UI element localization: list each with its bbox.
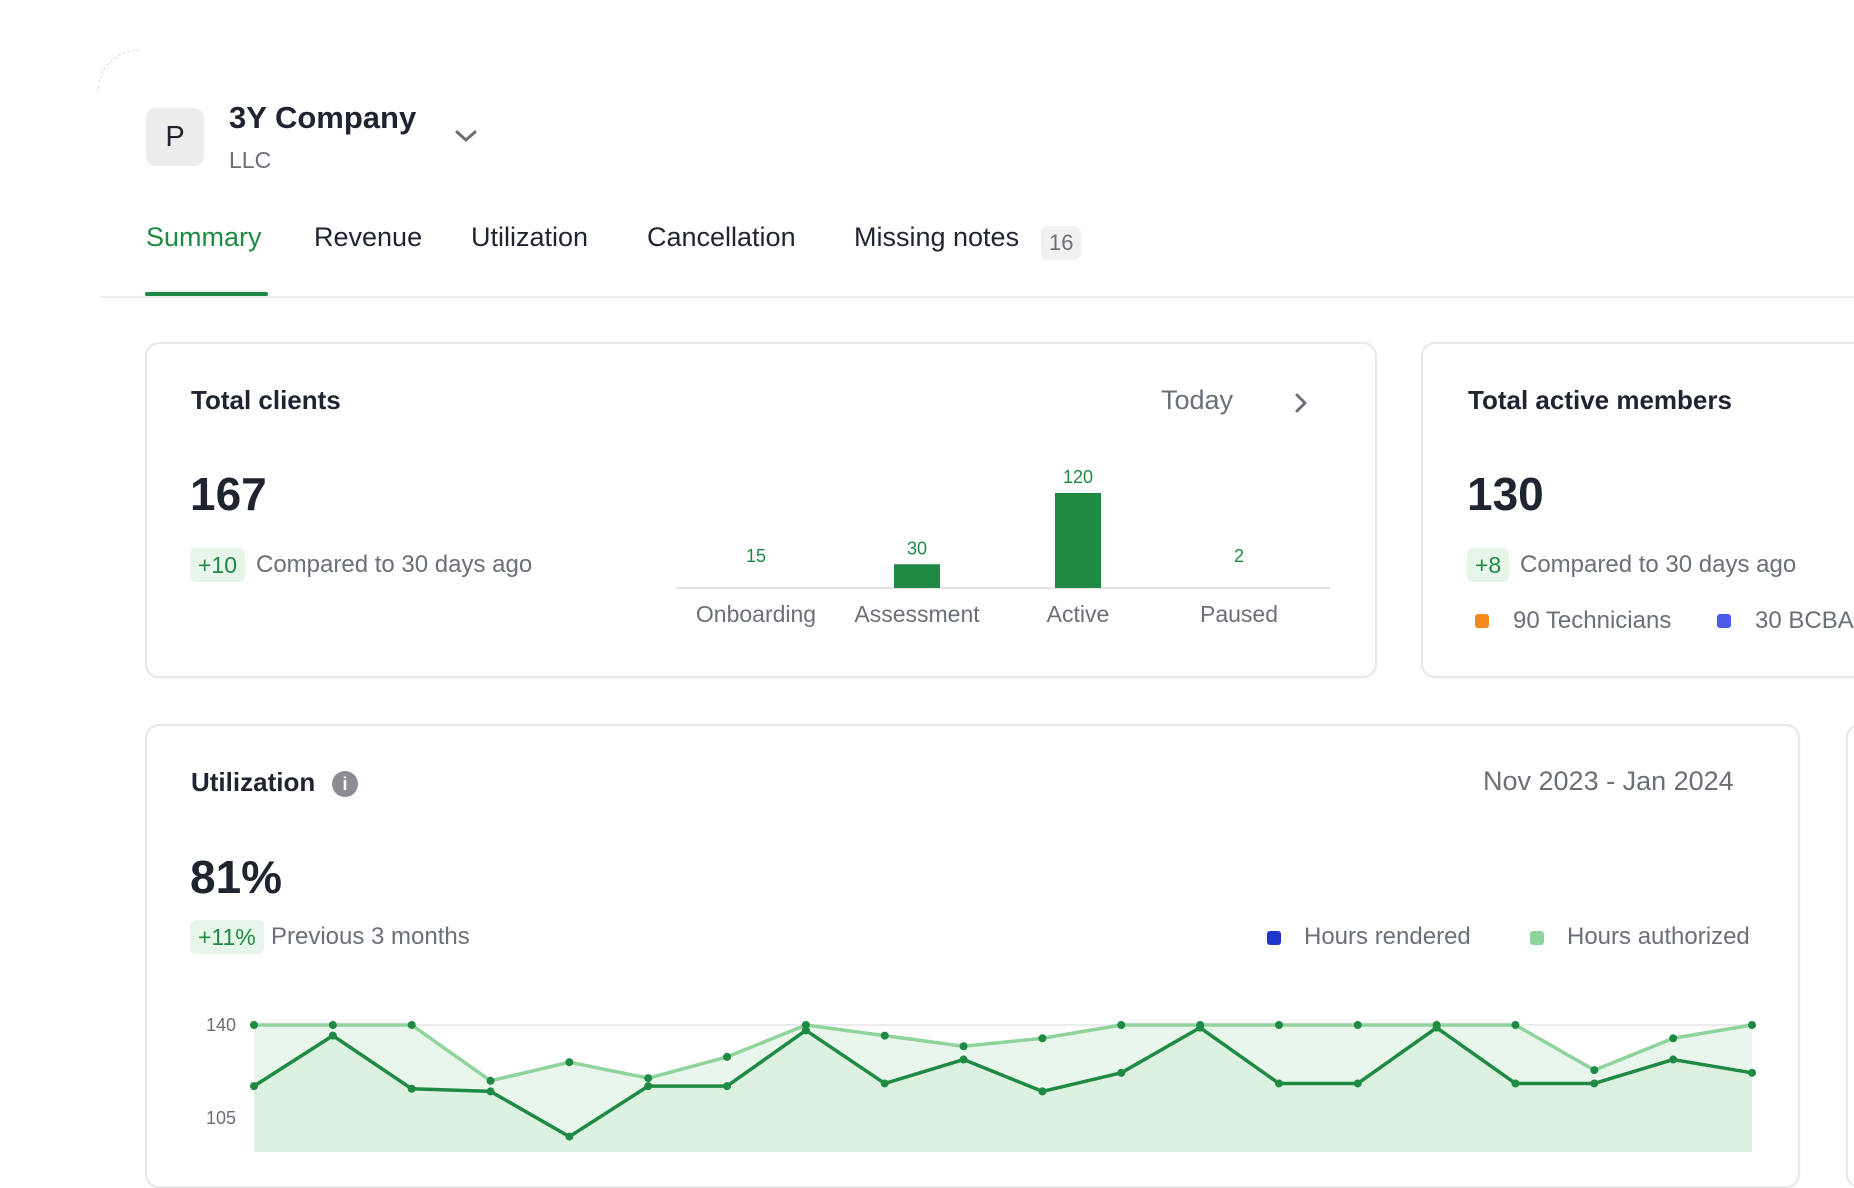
hours-rendered-point[interactable]: [565, 1132, 574, 1141]
hours-authorized-point[interactable]: [1353, 1021, 1362, 1029]
next-card-edge: [1846, 724, 1854, 1188]
bar-category-label: Paused: [1200, 601, 1278, 627]
hours-authorized-point[interactable]: [250, 1021, 258, 1029]
total-clients-compare-text: Compared to 30 days ago: [256, 551, 533, 578]
hours-authorized-point[interactable]: [1117, 1021, 1126, 1029]
tab-cancellation[interactable]: Cancellation: [647, 222, 796, 253]
bar-active[interactable]: [1055, 493, 1101, 588]
bar-category-label: Onboarding: [696, 601, 816, 627]
info-icon[interactable]: i: [332, 771, 358, 797]
y-tick-label: 140: [206, 1015, 236, 1035]
hours-rendered-point[interactable]: [880, 1079, 889, 1088]
tab-missing-notes[interactable]: Missing notes: [854, 222, 1019, 253]
hours-authorized-point[interactable]: [565, 1058, 574, 1067]
hours-authorized-point[interactable]: [407, 1021, 416, 1029]
technicians-legend-dot: [1475, 614, 1489, 628]
hours-rendered-point[interactable]: [1432, 1023, 1441, 1032]
missing-notes-count-badge: 16: [1041, 226, 1082, 260]
tab-revenue[interactable]: Revenue: [314, 222, 422, 253]
active-tab-indicator: [145, 292, 268, 296]
utilization-delta-badge: +11%: [190, 920, 264, 954]
hours-authorized-point[interactable]: [1590, 1066, 1599, 1075]
bcbas-legend-dot: [1717, 614, 1731, 628]
total-active-members-compare-text: Compared to 30 days ago: [1520, 551, 1797, 578]
utilization-period: Nov 2023 - Jan 2024: [1483, 766, 1734, 796]
hours-rendered-point[interactable]: [1196, 1023, 1205, 1032]
total-clients-delta-badge: +10: [190, 548, 246, 582]
utilization-value: 81%: [190, 851, 283, 903]
total-clients-title: Total clients: [191, 385, 341, 415]
bcbas-count-label: 30 BCBAs: [1755, 607, 1854, 634]
hours-authorized-point[interactable]: [644, 1074, 653, 1083]
hours-rendered-point[interactable]: [1748, 1068, 1756, 1077]
company-avatar: P: [146, 108, 204, 166]
chevron-right-icon: [1295, 393, 1307, 413]
technicians-count-label: 90 Technicians: [1513, 607, 1672, 634]
bar-value-label: 30: [907, 538, 927, 558]
hours-authorized-point[interactable]: [1748, 1021, 1756, 1029]
bar-value-label: 120: [1063, 467, 1093, 487]
company-switcher-button[interactable]: [448, 118, 484, 154]
hours-rendered-legend-label: Hours rendered: [1304, 923, 1471, 950]
bar-category-label: Assessment: [854, 601, 980, 627]
hours-rendered-point[interactable]: [328, 1031, 337, 1040]
hours-rendered-point[interactable]: [644, 1082, 653, 1091]
bar-category-label: Active: [1047, 601, 1110, 627]
total-active-members-title: Total active members: [1468, 385, 1732, 415]
hours-rendered-point[interactable]: [1590, 1079, 1599, 1088]
utilization-line-chart: 140 105: [206, 1015, 1756, 1152]
bar-value-label: 15: [746, 546, 766, 566]
hours-rendered-point[interactable]: [1038, 1087, 1047, 1096]
hours-rendered-point[interactable]: [1274, 1079, 1283, 1088]
company-subtitle: LLC: [229, 147, 272, 173]
hours-rendered-point[interactable]: [486, 1087, 495, 1096]
hours-rendered-point[interactable]: [1117, 1068, 1126, 1077]
hours-authorized-point[interactable]: [486, 1076, 495, 1085]
hours-authorized-legend-dot: [1530, 931, 1544, 945]
hours-authorized-point[interactable]: [328, 1021, 337, 1029]
hours-authorized-point[interactable]: [1038, 1034, 1047, 1043]
hours-authorized-point[interactable]: [880, 1031, 889, 1040]
bar-value-label: 2: [1234, 546, 1244, 566]
hours-authorized-point[interactable]: [1274, 1021, 1283, 1029]
hours-rendered-point[interactable]: [407, 1084, 416, 1093]
hours-rendered-point[interactable]: [1353, 1079, 1362, 1088]
hours-rendered-point[interactable]: [1669, 1055, 1678, 1064]
hours-authorized-point[interactable]: [959, 1042, 968, 1051]
hours-authorized-point[interactable]: [1669, 1034, 1678, 1043]
tab-utilization[interactable]: Utilization: [471, 222, 588, 253]
total-active-members-value: 130: [1467, 468, 1544, 520]
tab-summary[interactable]: Summary: [146, 222, 262, 253]
hours-rendered-point[interactable]: [1511, 1079, 1520, 1088]
total-clients-next-button[interactable]: [1286, 388, 1316, 418]
company-name: 3Y Company: [229, 100, 417, 135]
hours-authorized-legend-label: Hours authorized: [1567, 923, 1750, 950]
tabs-divider: [100, 296, 1854, 298]
hours-rendered-point[interactable]: [723, 1082, 732, 1091]
decorative-corner: [98, 50, 139, 91]
hours-rendered-point[interactable]: [959, 1055, 968, 1064]
chevron-down-icon: [455, 130, 477, 142]
y-tick-label: 105: [206, 1108, 236, 1128]
hours-rendered-point[interactable]: [250, 1082, 258, 1091]
total-clients-period-button[interactable]: Today: [1161, 385, 1233, 416]
bar-assessment[interactable]: [894, 564, 940, 588]
hours-rendered-point[interactable]: [801, 1026, 810, 1035]
hours-authorized-point[interactable]: [1511, 1021, 1520, 1029]
total-active-members-delta-badge: +8: [1467, 548, 1510, 582]
clients-status-bar-chart: 15 Onboarding 30 Assessment 120 Active 2 Paused: [676, 467, 1330, 627]
total-clients-value: 167: [190, 468, 267, 520]
utilization-compare-text: Previous 3 months: [271, 923, 470, 950]
hours-rendered-legend-dot: [1267, 931, 1281, 945]
hours-authorized-point[interactable]: [723, 1052, 732, 1061]
utilization-title: Utilization: [191, 767, 316, 797]
